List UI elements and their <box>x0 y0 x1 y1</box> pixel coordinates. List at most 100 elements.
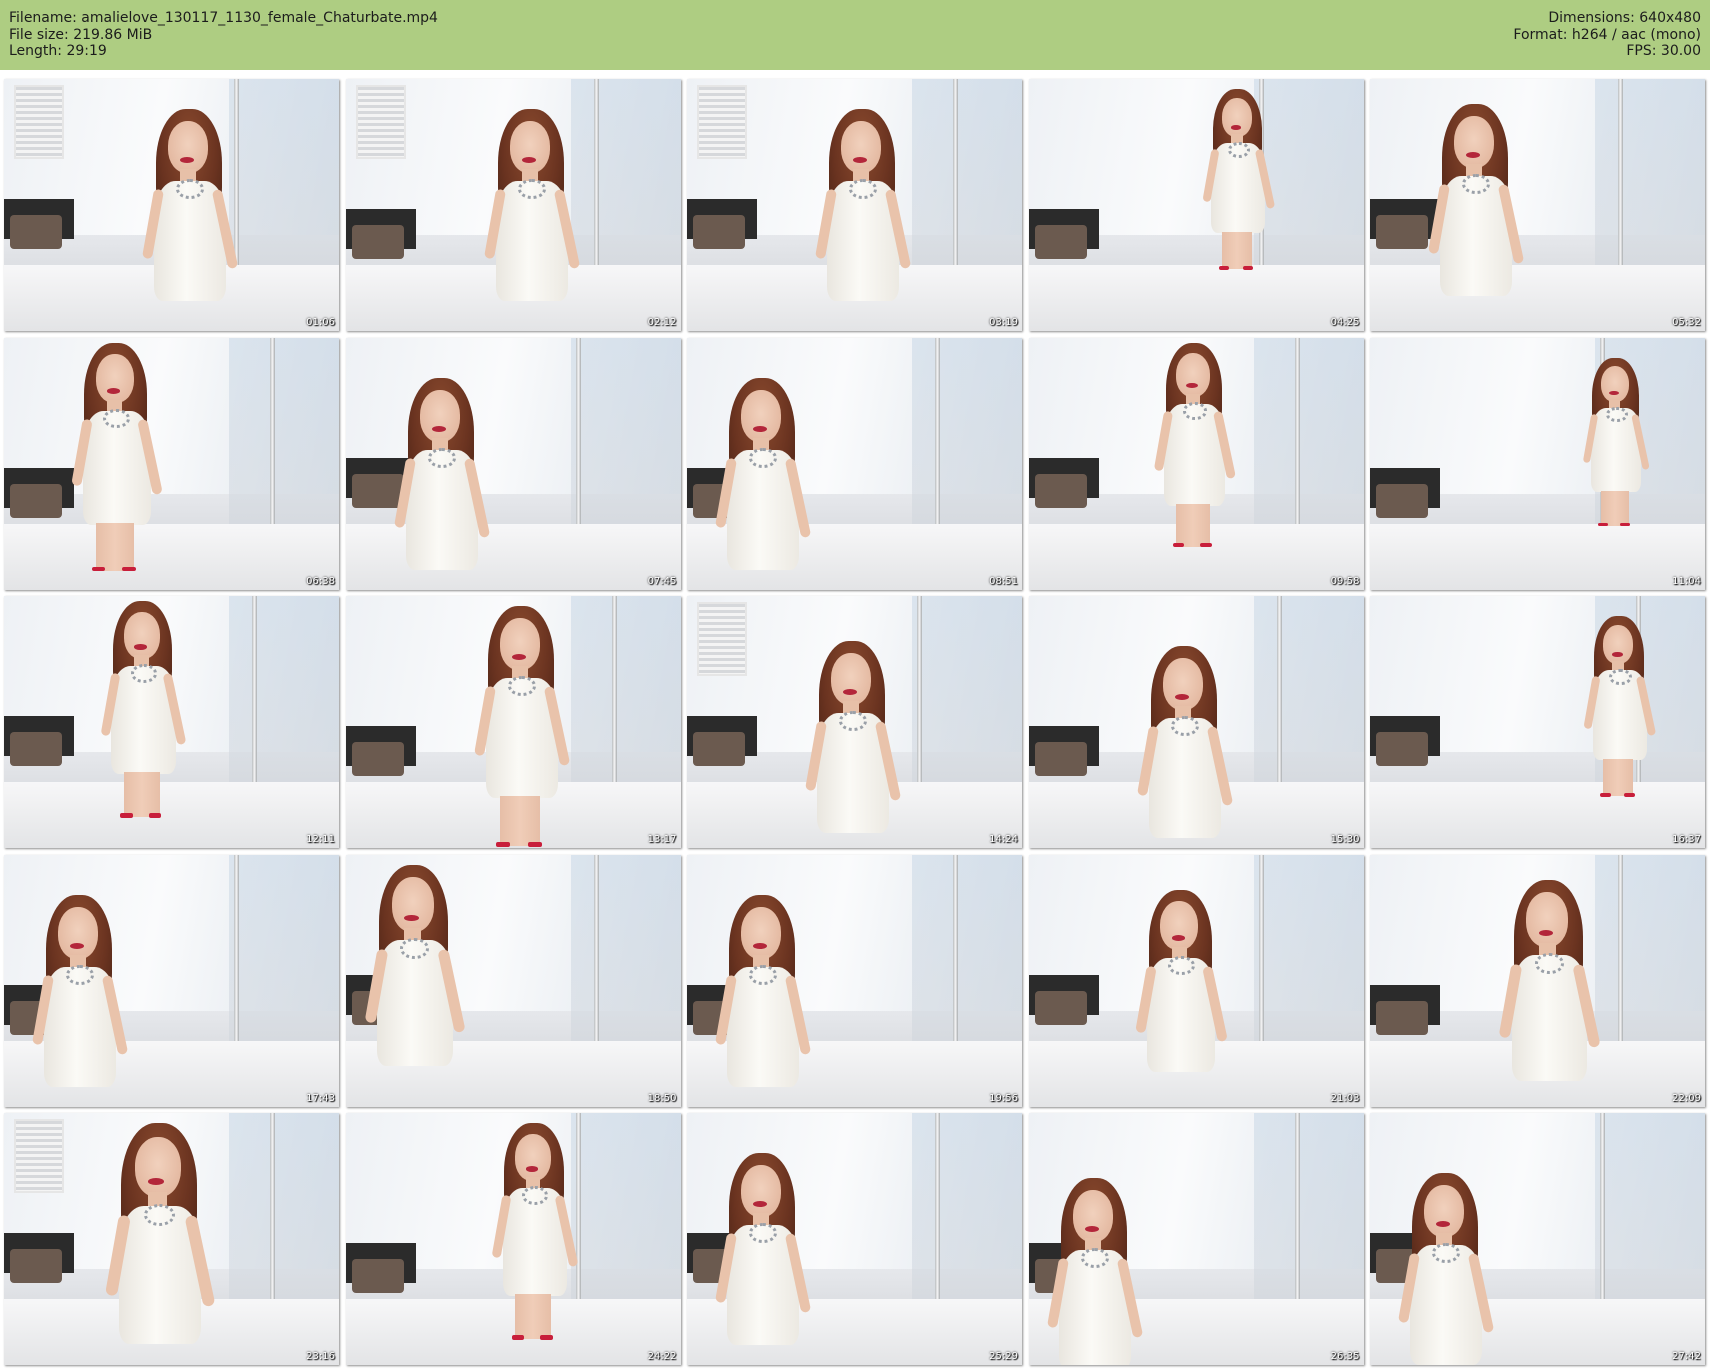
performer-figure <box>84 601 210 818</box>
frame-timestamp: 19:56 <box>989 1092 1018 1104</box>
performer-figure <box>346 864 493 1107</box>
performer-figure <box>84 1123 245 1365</box>
performer-figure <box>1380 1173 1520 1365</box>
frame-timestamp: 06:38 <box>306 575 335 587</box>
video-frame-thumbnail: 23:16 <box>4 1113 339 1365</box>
pillow <box>10 1249 62 1283</box>
video-frame-thumbnail: 09:58 <box>1028 337 1364 590</box>
video-frame-thumbnail: 12:11 <box>4 596 339 848</box>
video-frame-thumbnail: 19:56 <box>687 854 1022 1107</box>
performer-figure <box>1139 342 1258 548</box>
performer-figure <box>14 894 154 1107</box>
frame-timestamp: 23:16 <box>306 1351 335 1362</box>
window-shutter <box>355 85 406 159</box>
pillow <box>1376 1000 1428 1035</box>
frame-timestamp: 03:19 <box>989 317 1018 328</box>
performer-figure <box>476 1123 602 1340</box>
pillow <box>10 732 62 766</box>
frame-timestamp: 08:51 <box>989 575 1018 587</box>
performer-figure <box>1119 889 1252 1107</box>
window-shutter <box>14 85 64 159</box>
video-frame-thumbnail: 14:24 <box>687 596 1022 848</box>
performer-figure <box>456 606 596 847</box>
video-frame-thumbnail: 05:32 <box>1370 79 1705 331</box>
video-frame-thumbnail: 11:04 <box>1370 337 1705 590</box>
bed <box>1370 523 1705 590</box>
frame-timestamp: 25:29 <box>989 1351 1018 1362</box>
frame-timestamp: 24:22 <box>647 1351 677 1362</box>
filename-text: Filename: amalielove_130117_1130_female_… <box>9 10 438 26</box>
video-frame-thumbnail: 18:50 <box>345 854 681 1107</box>
pillow <box>351 1259 404 1293</box>
performer-figure <box>797 109 937 331</box>
video-frame-thumbnail: 02:12 <box>345 79 681 331</box>
pillow <box>10 215 62 249</box>
video-frame-thumbnail: 21:03 <box>1028 854 1364 1107</box>
bed <box>1028 265 1364 331</box>
filesize-text: File size: 219.86 MiB <box>9 26 153 43</box>
performer-figure <box>697 377 837 590</box>
video-frame-thumbnail: 17:43 <box>4 854 339 1107</box>
video-frame-thumbnail: 22:09 <box>1370 854 1705 1107</box>
performer-figure <box>1410 104 1550 331</box>
frame-timestamp: 11:04 <box>1672 575 1701 587</box>
pillow <box>351 742 404 776</box>
video-frame-thumbnail: 27:42 <box>1370 1113 1705 1365</box>
frame-timestamp: 01:06 <box>306 317 335 328</box>
performer-figure <box>124 109 264 331</box>
frame-timestamp: 09:58 <box>1330 575 1360 587</box>
video-frame-thumbnail: 24:22 <box>345 1113 681 1365</box>
frame-timestamp: 16:37 <box>1672 834 1701 845</box>
frame-timestamp: 21:03 <box>1330 1092 1360 1104</box>
pillow <box>1034 473 1087 508</box>
file-info-right: Dimensions: 640x480 Format: h264 / aac (… <box>1513 10 1701 60</box>
window-shutter <box>697 602 747 676</box>
frame-timestamp: 05:32 <box>1672 317 1701 328</box>
pillow <box>1034 990 1087 1025</box>
performer-figure <box>787 641 927 848</box>
frame-timestamp: 13:17 <box>647 834 677 845</box>
video-frame-thumbnail: 01:06 <box>4 79 339 331</box>
frame-timestamp: 26:35 <box>1330 1351 1360 1362</box>
pillow <box>351 225 404 259</box>
fps-text: FPS: 30.00 <box>1626 43 1701 59</box>
pillow <box>1034 225 1087 259</box>
performer-figure <box>697 1153 837 1365</box>
pillow <box>693 215 745 249</box>
performer-figure <box>1189 89 1294 270</box>
frame-timestamp: 07:45 <box>647 575 677 587</box>
pillow <box>1376 732 1428 766</box>
frame-timestamp: 12:11 <box>306 834 335 845</box>
video-frame-thumbnail: 26:35 <box>1028 1113 1364 1365</box>
pillow <box>693 732 745 766</box>
video-frame-thumbnail: 07:45 <box>345 337 681 590</box>
dimensions-text: Dimensions: 640x480 <box>1548 10 1701 26</box>
frame-timestamp: 22:09 <box>1672 1092 1701 1104</box>
video-frame-thumbnail: 16:37 <box>1370 596 1705 848</box>
performer-figure <box>1480 879 1627 1107</box>
window-shutter <box>697 85 747 159</box>
performer-figure <box>697 894 837 1107</box>
frame-timestamp: 04:25 <box>1330 317 1360 328</box>
performer-figure <box>466 109 606 331</box>
video-frame-thumbnail: 03:19 <box>687 79 1022 331</box>
performer-figure <box>1570 357 1668 527</box>
video-frame-thumbnail: 08:51 <box>687 337 1022 590</box>
thumbnail-grid: 01:06 02:12 03:19 04:25 05:32 06:38 07:45 08:51… <box>4 79 1705 1365</box>
frame-timestamp: 17:43 <box>306 1092 335 1104</box>
performer-figure <box>1119 646 1259 848</box>
length-text: Length: 29:19 <box>9 43 107 59</box>
video-frame-thumbnail: 04:25 <box>1028 79 1364 331</box>
frame-timestamp: 14:24 <box>989 834 1018 845</box>
performer-figure <box>1029 1178 1169 1365</box>
format-text: Format: h264 / aac (mono) <box>1513 26 1701 43</box>
video-frame-thumbnail: 25:29 <box>687 1113 1022 1365</box>
performer-figure <box>1570 616 1675 797</box>
frame-timestamp: 27:42 <box>1672 1351 1701 1362</box>
pillow <box>1034 742 1087 776</box>
performer-figure <box>54 342 187 572</box>
performer-figure <box>376 377 516 590</box>
frame-timestamp: 15:30 <box>1330 834 1360 845</box>
frame-timestamp: 18:50 <box>647 1092 677 1104</box>
video-frame-thumbnail: 13:17 <box>345 596 681 848</box>
